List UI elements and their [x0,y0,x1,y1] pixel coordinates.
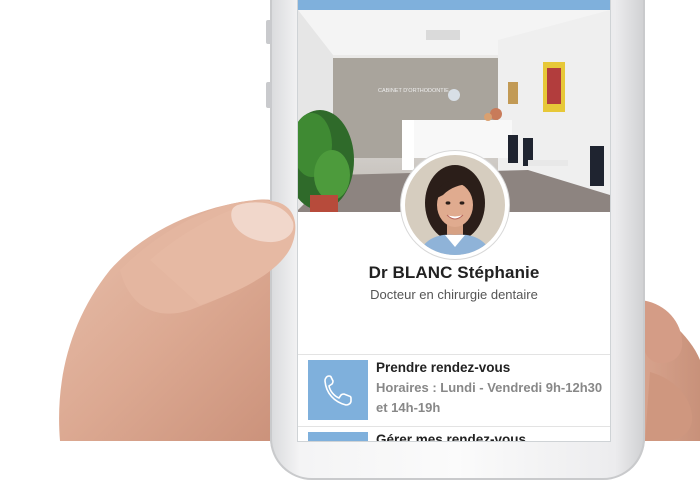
clinic-sign: CABINET D'ORTHODONTIE [378,88,449,94]
volume-button [266,82,272,108]
app-screen: CABINET D'ORTHODONTIE Dr BLANC Stéphanie… [298,0,610,441]
book-appointment-title: Prendre rendez-vous [376,360,511,375]
calendar-icon [308,432,368,441]
opening-hours: Horaires : Lundi - Vendredi 9h-12h30 et … [376,380,603,415]
doctor-name: Dr BLANC Stéphanie [368,263,540,282]
doctor-avatar [401,151,509,259]
manage-appointments-title: Gérer mes rendez-vous [376,432,527,441]
manage-appointments-row[interactable]: Gérer mes rendez-vous [298,426,610,441]
phone-icon [308,360,368,420]
mute-switch [266,20,272,44]
top-bar [298,0,610,10]
book-appointment-row[interactable]: Prendre rendez-vous Horaires : Lundi - V… [298,354,610,427]
doctor-specialty: Docteur en chirurgie dentaire [370,287,538,302]
